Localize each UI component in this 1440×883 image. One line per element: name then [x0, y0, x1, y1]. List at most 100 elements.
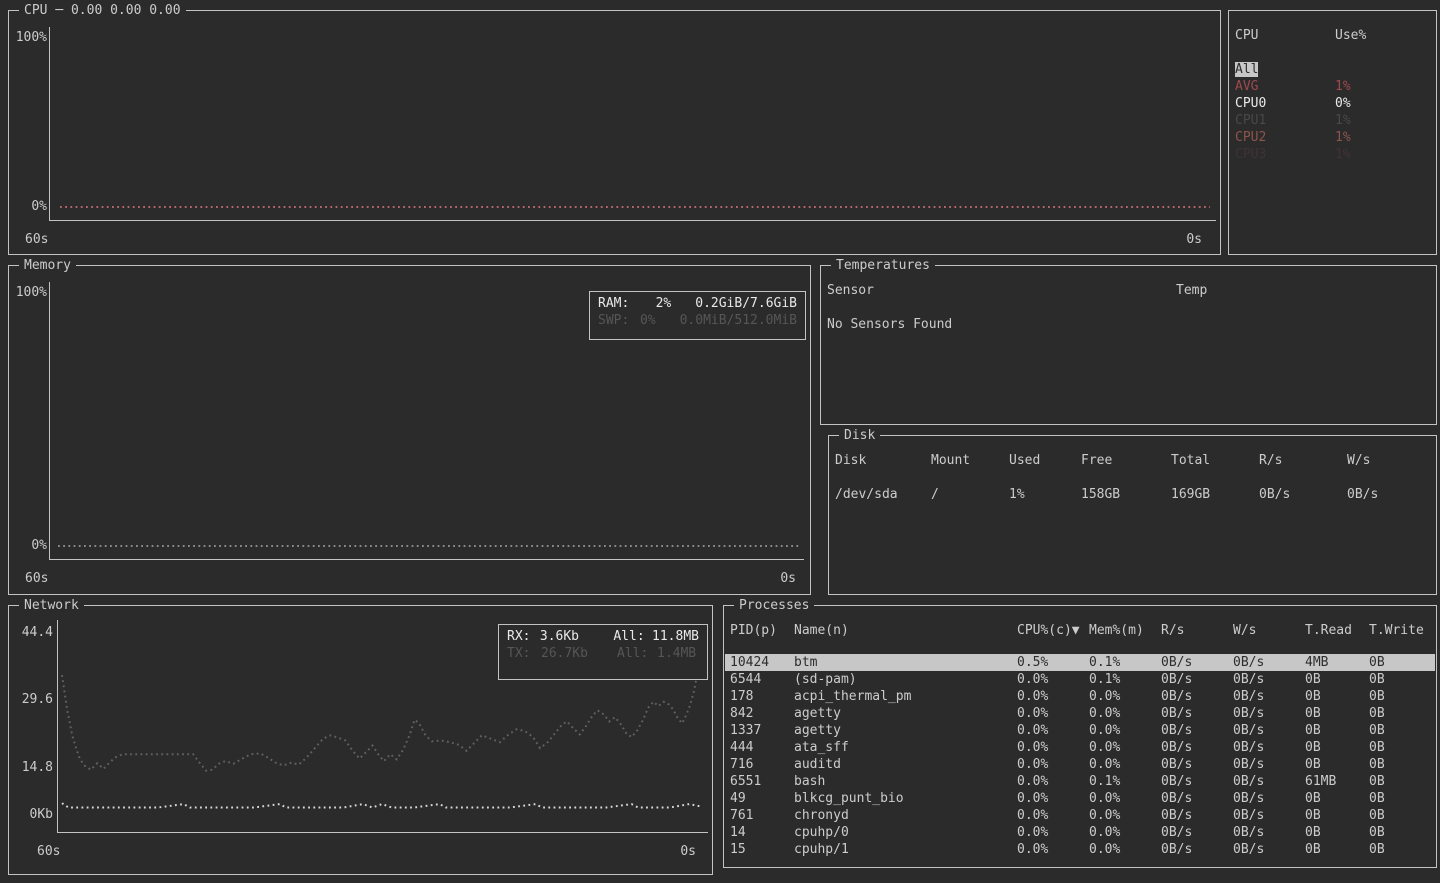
- write-rate-column-header[interactable]: W/s: [1233, 622, 1305, 639]
- network-legend-box: RX:3.6KbAll:11.8MB TX:26.7KbAll:1.4MB: [498, 624, 708, 680]
- temperatures-panel[interactable]: Temperatures Sensor Temp No Sensors Foun…: [820, 265, 1437, 425]
- process-pid: 178: [730, 688, 794, 705]
- process-cpu-percent: 0.0%: [1017, 773, 1089, 790]
- ram-label: RAM:: [598, 295, 641, 312]
- memory-panel[interactable]: Memory 100% 0% RAM:2%0.2GiB/7.6GiB SWP:0…: [8, 265, 811, 595]
- process-mem-percent: 0.0%: [1089, 739, 1161, 756]
- mem-percent-column-header[interactable]: Mem%(m): [1089, 622, 1161, 639]
- tx-all-value: 1.4MB: [657, 645, 696, 662]
- disk-column-header[interactable]: Disk: [835, 452, 931, 469]
- cpu-core-usage: 1%: [1335, 78, 1351, 95]
- process-total-write: 0B: [1369, 654, 1435, 671]
- process-write-rate: 0B/s: [1233, 654, 1305, 671]
- process-row[interactable]: 14 cpuhp/0 0.0% 0.0% 0B/s 0B/s 0B 0B: [725, 824, 1435, 841]
- process-cpu-percent: 0.0%: [1017, 841, 1089, 858]
- ram-percent: 2%: [641, 295, 671, 312]
- memory-x-left-label: 60s: [25, 570, 48, 587]
- process-cpu-percent: 0.0%: [1017, 705, 1089, 722]
- cpu-legend-row[interactable]: CPU3 1%: [1235, 146, 1430, 163]
- disk-row[interactable]: /dev/sda / 1% 158GB 169GB 0B/s 0B/s: [835, 486, 1430, 503]
- process-name: chronyd: [794, 807, 1017, 824]
- process-row[interactable]: 6544 (sd-pam) 0.0% 0.1% 0B/s 0B/s 0B 0B: [725, 671, 1435, 688]
- process-row[interactable]: 716 auditd 0.0% 0.0% 0B/s 0B/s 0B 0B: [725, 756, 1435, 773]
- cpu-legend-row[interactable]: CPU1 1%: [1235, 112, 1430, 129]
- process-write-rate: 0B/s: [1233, 756, 1305, 773]
- cpu-percent-column-header[interactable]: CPU%(c)▼: [1017, 622, 1089, 639]
- process-pid: 6544: [730, 671, 794, 688]
- processes-panel[interactable]: Processes PID(p) Name(n) CPU%(c)▼ Mem%(m…: [723, 605, 1437, 868]
- process-row[interactable]: 178 acpi_thermal_pm 0.0% 0.0% 0B/s 0B/s …: [725, 688, 1435, 705]
- cpu-legend-row[interactable]: CPU0 0%: [1235, 95, 1430, 112]
- total-column-header[interactable]: Total: [1171, 452, 1259, 469]
- network-x-left-label: 60s: [37, 843, 60, 860]
- used-column-header[interactable]: Used: [1009, 452, 1081, 469]
- process-mem-percent: 0.1%: [1089, 773, 1161, 790]
- mount-column-header[interactable]: Mount: [931, 452, 1009, 469]
- process-mem-percent: 0.1%: [1089, 671, 1161, 688]
- cpu-column-header[interactable]: CPU: [1235, 27, 1335, 44]
- disk-device: /dev/sda: [835, 486, 931, 503]
- total-write-column-header[interactable]: T.Write: [1369, 622, 1430, 639]
- process-total-read: 61MB: [1305, 773, 1369, 790]
- read-rate-column-header[interactable]: R/s: [1259, 452, 1347, 469]
- process-cpu-percent: 0.0%: [1017, 807, 1089, 824]
- process-pid: 1337: [730, 722, 794, 739]
- process-row[interactable]: 6551 bash 0.0% 0.1% 0B/s 0B/s 61MB 0B: [725, 773, 1435, 790]
- disk-mount: /: [931, 486, 1009, 503]
- disk-free: 158GB: [1081, 486, 1171, 503]
- network-x-right-label: 0s: [680, 843, 696, 860]
- process-write-rate: 0B/s: [1233, 790, 1305, 807]
- process-pid: 716: [730, 756, 794, 773]
- disk-panel[interactable]: Disk Disk Mount Used Free Total R/s W/s …: [828, 435, 1437, 595]
- read-rate-column-header[interactable]: R/s: [1161, 622, 1233, 639]
- cpu-panel-title: CPU ─ 0.00 0.00 0.00: [19, 2, 186, 19]
- process-row[interactable]: 15 cpuhp/1 0.0% 0.0% 0B/s 0B/s 0B 0B: [725, 841, 1435, 858]
- process-cpu-percent: 0.0%: [1017, 739, 1089, 756]
- cpu-legend-panel[interactable]: CPU Use% All AVG 1% CPU0 0% CPU1 1% CPU2…: [1228, 10, 1437, 255]
- disk-panel-title: Disk: [839, 427, 880, 444]
- process-total-write: 0B: [1369, 824, 1435, 841]
- process-read-rate: 0B/s: [1161, 722, 1233, 739]
- cpu-legend-row[interactable]: CPU2 1%: [1235, 129, 1430, 146]
- total-read-column-header[interactable]: T.Read: [1305, 622, 1369, 639]
- process-total-read: 0B: [1305, 790, 1369, 807]
- cpu-core-usage: 0%: [1335, 95, 1351, 112]
- network-panel[interactable]: Network 44.4 29.6 14.8 0Kb RX:3.6KbAll:1…: [8, 605, 713, 875]
- process-total-read: 0B: [1305, 688, 1369, 705]
- process-row[interactable]: 10424 btm 0.5% 0.1% 0B/s 0B/s 4MB 0B: [725, 654, 1435, 671]
- process-row[interactable]: 761 chronyd 0.0% 0.0% 0B/s 0B/s 0B 0B: [725, 807, 1435, 824]
- cpu-panel[interactable]: CPU ─ 0.00 0.00 0.00 100% 0% 60s 0s: [8, 10, 1221, 255]
- cpu-legend-row[interactable]: AVG 1%: [1235, 78, 1430, 95]
- process-write-rate: 0B/s: [1233, 807, 1305, 824]
- cpu-core-label: CPU0: [1235, 95, 1335, 112]
- process-name: acpi_thermal_pm: [794, 688, 1017, 705]
- cpu-legend-row[interactable]: All: [1235, 61, 1430, 78]
- process-row[interactable]: 49 blkcg_punt_bio 0.0% 0.0% 0B/s 0B/s 0B…: [725, 790, 1435, 807]
- temp-column-header[interactable]: Temp: [1176, 282, 1207, 299]
- write-rate-column-header[interactable]: W/s: [1347, 452, 1430, 469]
- pid-column-header[interactable]: PID(p): [730, 622, 794, 639]
- disk-header-row: Disk Mount Used Free Total R/s W/s: [835, 452, 1430, 469]
- cpu-core-label: CPU2: [1235, 129, 1335, 146]
- process-total-write: 0B: [1369, 688, 1435, 705]
- process-cpu-percent: 0.0%: [1017, 671, 1089, 688]
- process-list: 10424 btm 0.5% 0.1% 0B/s 0B/s 4MB 0B 654…: [725, 654, 1435, 858]
- process-cpu-percent: 0.0%: [1017, 824, 1089, 841]
- cpu-x-right-label: 0s: [1186, 231, 1202, 248]
- process-mem-percent: 0.1%: [1089, 654, 1161, 671]
- sensor-column-header[interactable]: Sensor: [827, 282, 1176, 299]
- process-cpu-percent: 0.0%: [1017, 756, 1089, 773]
- process-row[interactable]: 444 ata_sff 0.0% 0.0% 0B/s 0B/s 0B 0B: [725, 739, 1435, 756]
- process-mem-percent: 0.0%: [1089, 841, 1161, 858]
- swap-label: SWP:: [598, 312, 632, 329]
- process-read-rate: 0B/s: [1161, 654, 1233, 671]
- memory-y-max-label: 100%: [9, 284, 47, 301]
- name-column-header[interactable]: Name(n): [794, 622, 1017, 639]
- process-name: btm: [794, 654, 1017, 671]
- use-column-header[interactable]: Use%: [1335, 27, 1366, 44]
- rx-all-label: All:: [613, 628, 652, 645]
- free-column-header[interactable]: Free: [1081, 452, 1171, 469]
- process-row[interactable]: 1337 agetty 0.0% 0.0% 0B/s 0B/s 0B 0B: [725, 722, 1435, 739]
- swap-detail: 0.0MiB/512.0MiB: [680, 312, 797, 329]
- process-row[interactable]: 842 agetty 0.0% 0.0% 0B/s 0B/s 0B 0B: [725, 705, 1435, 722]
